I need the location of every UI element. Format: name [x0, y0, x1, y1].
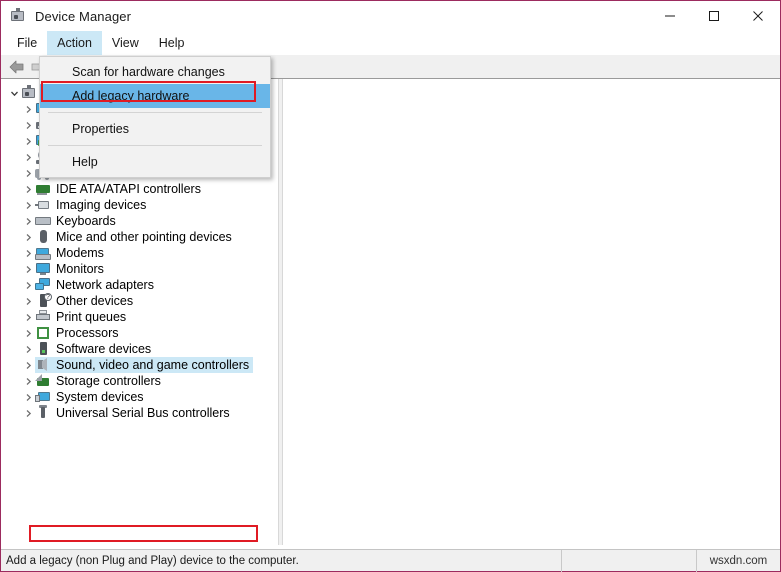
- chevron-right-icon[interactable]: [21, 345, 35, 354]
- tree-row-processors[interactable]: Processors: [1, 325, 278, 341]
- watermark-text: wsxdn.com: [696, 550, 780, 572]
- close-button[interactable]: [736, 1, 780, 31]
- menu-help[interactable]: Help: [149, 31, 195, 55]
- printer-icon: [35, 309, 51, 325]
- keyboard-icon: [35, 213, 51, 229]
- chevron-right-icon[interactable]: [21, 281, 35, 290]
- chevron-right-icon[interactable]: [21, 329, 35, 338]
- tree-row-monitors[interactable]: Monitors: [1, 261, 278, 277]
- menu-item-add-legacy-hardware[interactable]: Add legacy hardware: [40, 84, 270, 108]
- tree-row-print-queues[interactable]: Print queues: [1, 309, 278, 325]
- tree-item-label: IDE ATA/ATAPI controllers: [56, 181, 201, 197]
- status-bar: Add a legacy (non Plug and Play) device …: [1, 549, 780, 571]
- chevron-right-icon[interactable]: [21, 121, 35, 130]
- chevron-right-icon[interactable]: [21, 265, 35, 274]
- status-middle-pane: [561, 550, 696, 572]
- device-manager-icon: [10, 8, 26, 24]
- tree-item-label: Processors: [56, 325, 119, 341]
- mouse-icon: [35, 229, 51, 245]
- tree-row-keyboards[interactable]: Keyboards: [1, 213, 278, 229]
- maximize-button[interactable]: [692, 1, 736, 31]
- menu-file[interactable]: File: [7, 31, 47, 55]
- chevron-right-icon[interactable]: [21, 249, 35, 258]
- tree-row-imaging-devices[interactable]: Imaging devices: [1, 197, 278, 213]
- tree-row-software-devices[interactable]: Software devices: [1, 341, 278, 357]
- back-button[interactable]: [6, 57, 28, 77]
- tree-item-label: Print queues: [56, 309, 126, 325]
- tree-item-label: Software devices: [56, 341, 151, 357]
- chevron-down-icon[interactable]: [7, 89, 21, 98]
- status-message: Add a legacy (non Plug and Play) device …: [1, 550, 561, 572]
- tree-item-label: Storage controllers: [56, 373, 161, 389]
- menu-bar: File Action View Help: [1, 31, 780, 55]
- tree-item-label: Mice and other pointing devices: [56, 229, 232, 245]
- tree-row-storage-controllers[interactable]: Storage controllers: [1, 373, 278, 389]
- tree-item-label: Monitors: [56, 261, 104, 277]
- tree-item-label: Universal Serial Bus controllers: [56, 405, 230, 421]
- tree-row-other-devices[interactable]: ? Other devices: [1, 293, 278, 309]
- tree-row-modems[interactable]: Modems: [1, 245, 278, 261]
- window-title: Device Manager: [35, 9, 131, 24]
- chevron-right-icon[interactable]: [21, 137, 35, 146]
- tree-item-label: Imaging devices: [56, 197, 146, 213]
- storage-controller-icon: [35, 373, 51, 389]
- tree-item-label: System devices: [56, 389, 144, 405]
- tree-item-label: Sound, video and game controllers: [56, 357, 249, 373]
- tree-item-label: Other devices: [56, 293, 133, 309]
- tree-item-label: Network adapters: [56, 277, 154, 293]
- menu-item-scan-for-hardware-changes[interactable]: Scan for hardware changes: [40, 60, 270, 84]
- imaging-device-icon: [35, 197, 51, 213]
- tree-row-network-adapters[interactable]: Network adapters: [1, 277, 278, 293]
- sound-controllers-annotation: [29, 525, 258, 542]
- tree-row-ide-controllers[interactable]: IDE ATA/ATAPI controllers: [1, 181, 278, 197]
- network-adapter-icon: [35, 277, 51, 293]
- menu-view[interactable]: View: [102, 31, 149, 55]
- tree-row-usb-controllers[interactable]: Universal Serial Bus controllers: [1, 405, 278, 421]
- menu-separator: [48, 112, 262, 113]
- ide-controller-icon: [35, 181, 51, 197]
- chevron-right-icon[interactable]: [21, 393, 35, 402]
- computer-root-icon: [21, 85, 37, 101]
- device-manager-window: Device Manager File Action View Help: [0, 0, 781, 572]
- menu-item-help[interactable]: Help: [40, 150, 270, 174]
- chevron-right-icon[interactable]: [21, 201, 35, 210]
- chevron-right-icon[interactable]: [21, 169, 35, 178]
- details-pane: [283, 79, 780, 545]
- modem-icon: [35, 245, 51, 261]
- processor-icon: [35, 325, 51, 341]
- action-menu-dropdown: Scan for hardware changes Add legacy har…: [39, 56, 271, 178]
- title-bar: Device Manager: [1, 1, 780, 31]
- chevron-right-icon[interactable]: [21, 313, 35, 322]
- minimize-button[interactable]: [648, 1, 692, 31]
- software-device-icon: [35, 341, 51, 357]
- tree-row-system-devices[interactable]: System devices: [1, 389, 278, 405]
- tree-row-mice[interactable]: Mice and other pointing devices: [1, 229, 278, 245]
- usb-controller-icon: [35, 405, 51, 421]
- tree-item-label: Modems: [56, 245, 104, 261]
- chevron-right-icon[interactable]: [21, 217, 35, 226]
- chevron-right-icon[interactable]: [21, 409, 35, 418]
- window-controls: [648, 1, 780, 31]
- monitor-icon: [35, 261, 51, 277]
- tree-row-sound-controllers[interactable]: Sound, video and game controllers: [1, 357, 278, 373]
- chevron-right-icon[interactable]: [21, 233, 35, 242]
- chevron-right-icon[interactable]: [21, 361, 35, 370]
- menu-item-properties[interactable]: Properties: [40, 117, 270, 141]
- menu-separator: [48, 145, 262, 146]
- chevron-right-icon[interactable]: [21, 297, 35, 306]
- tree-item-label: Keyboards: [56, 213, 116, 229]
- chevron-right-icon[interactable]: [21, 377, 35, 386]
- menu-action[interactable]: Action: [47, 31, 102, 55]
- system-device-icon: [35, 389, 51, 405]
- chevron-right-icon[interactable]: [21, 153, 35, 162]
- chevron-right-icon[interactable]: [21, 185, 35, 194]
- chevron-right-icon[interactable]: [21, 105, 35, 114]
- sound-controller-icon: [35, 357, 51, 373]
- back-arrow-icon: [8, 59, 26, 75]
- other-device-icon: ?: [35, 293, 51, 309]
